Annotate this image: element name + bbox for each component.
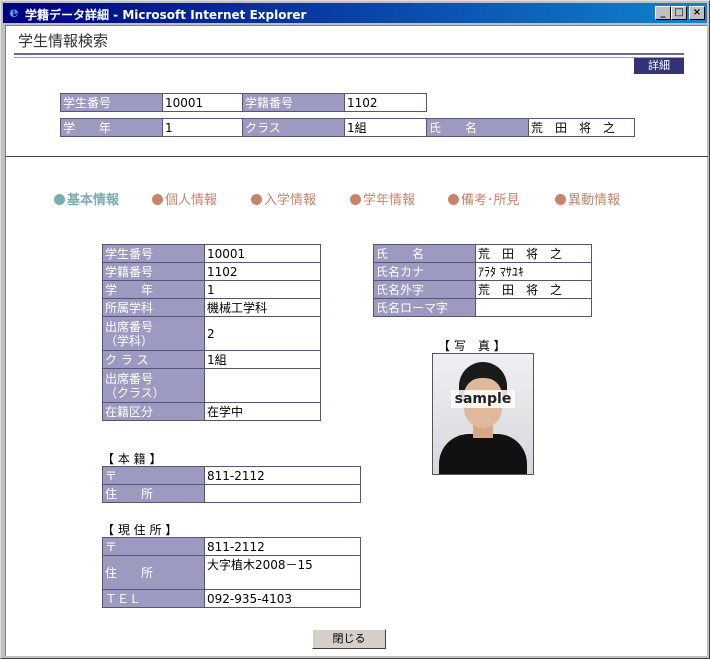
basic-label-class: ク ラ ス: [102, 350, 205, 369]
current-zip-label: 〒: [102, 537, 205, 556]
sample-watermark: sample: [454, 391, 512, 407]
current-addr: 大字植木2008－15: [204, 555, 361, 590]
tab-bullet-icon: [448, 194, 459, 205]
summary-name-label: 氏 名: [426, 118, 529, 137]
tab-transfer-info[interactable]: 異動情報: [555, 189, 620, 208]
tab-grade-info[interactable]: 学年情報: [350, 189, 415, 208]
name-gaiji-label: 氏名外字: [373, 280, 476, 299]
current-zip: 811-2112: [204, 537, 361, 556]
summary-student-no: 10001: [162, 93, 243, 112]
detail-button[interactable]: 詳細: [634, 58, 684, 74]
summary-class-label: クラス: [242, 118, 345, 137]
name-romaji-label: 氏名ローマ字: [373, 298, 476, 317]
honseki-zip-label: 〒: [102, 466, 205, 485]
summary-table-bottom: 学 年 1 クラス 1組 氏 名 荒 田 将 之: [60, 118, 635, 137]
basic-label-enrollment: 在籍区分: [102, 402, 205, 421]
summary-reg-no-label: 学籍番号: [242, 93, 345, 112]
honseki-zip: 811-2112: [204, 466, 361, 485]
basic-info-table: 学生番号 10001 学籍番号 1102 学 年1 所属学科 機械工学科 出席番号 （…: [102, 244, 321, 421]
title-divider: [14, 53, 684, 55]
window-title: 学籍データ詳細 - Microsoft Internet Explorer: [25, 8, 307, 22]
basic-label-department: 所属学科: [102, 298, 205, 317]
tab-personal-info[interactable]: 個人情報: [152, 189, 217, 208]
current-address-table: 〒 811-2112 住 所大字植木2008－15 ＴＥＬ 092-935-4103: [102, 537, 361, 608]
minimize-icon[interactable]: _: [655, 6, 671, 20]
basic-value-department: 機械工学科: [204, 298, 321, 317]
basic-label-student-no: 学生番号: [102, 244, 205, 263]
basic-value-attendance-class: [204, 368, 321, 403]
tab-bullet-icon: [152, 194, 163, 205]
name-info-table: 氏 名荒 田 将 之 氏名カナ ｱﾗﾀ ﾏｻﾕｷ 氏名外字荒 田 将 之 氏名ロー…: [373, 244, 592, 317]
name-kana-label: 氏名カナ: [373, 262, 476, 281]
info-tabs: 基本情報 個人情報 入学情報 学年情報 備考･所見 異動情報: [54, 189, 654, 209]
tab-bullet-icon: [251, 194, 262, 205]
honseki-addr: [204, 484, 361, 503]
basic-value-enrollment: 在学中: [204, 402, 321, 421]
summary-grade: 1: [162, 118, 243, 137]
tab-bullet-icon: [54, 194, 65, 205]
basic-value-class: 1組: [204, 350, 321, 369]
tab-basic-info[interactable]: 基本情報: [54, 189, 119, 208]
ie-icon: e: [9, 5, 19, 21]
browser-window: e 学籍データ詳細 - Microsoft Internet Explorer …: [0, 0, 710, 659]
current-address-heading: 【 現 住 所 】: [102, 523, 178, 537]
basic-label-attendance-dept: 出席番号 （学科）: [102, 316, 205, 351]
photo-heading: 【 写 真 】: [438, 339, 506, 353]
summary-reg-no: 1102: [344, 93, 427, 112]
basic-label-grade: 学 年: [102, 280, 205, 299]
honseki-addr-label: 住 所: [102, 484, 205, 503]
name-gaiji-value: 荒 田 将 之: [475, 280, 592, 299]
summary-class: 1組: [344, 118, 427, 137]
basic-value-grade: 1: [204, 280, 321, 299]
summary-grade-label: 学 年: [60, 118, 163, 137]
basic-value-reg-no: 1102: [204, 262, 321, 281]
close-button[interactable]: 閉じる: [312, 629, 386, 649]
current-tel-label: ＴＥＬ: [102, 589, 205, 608]
honseki-heading: 【 本 籍 】: [102, 452, 162, 466]
summary-student-no-label: 学生番号: [60, 93, 163, 112]
basic-value-attendance-dept: 2: [204, 316, 321, 351]
name-kana-value: ｱﾗﾀ ﾏｻﾕｷ: [475, 262, 592, 281]
tab-admission-info[interactable]: 入学情報: [251, 189, 316, 208]
summary-table-top: 学生番号 10001 学籍番号 1102: [60, 93, 427, 112]
basic-label-reg-no: 学籍番号: [102, 262, 205, 281]
tab-remarks[interactable]: 備考･所見: [448, 189, 520, 208]
page-title: 学生情報検索: [18, 32, 109, 50]
name-romaji-value: [475, 298, 592, 317]
section-divider: [6, 156, 708, 157]
summary-name: 荒 田 将 之: [528, 118, 635, 137]
honseki-table: 〒 811-2112 住 所: [102, 466, 361, 503]
title-bar[interactable]: e 学籍データ詳細 - Microsoft Internet Explorer …: [3, 3, 707, 23]
current-addr-label: 住 所: [102, 555, 205, 590]
student-photo: sample: [432, 353, 534, 475]
maximize-icon[interactable]: □: [671, 6, 687, 20]
close-icon[interactable]: ×: [689, 6, 705, 20]
name-label: 氏 名: [373, 244, 476, 263]
name-value: 荒 田 将 之: [475, 244, 592, 263]
page-content: 学生情報検索 詳細 学生番号 10001 学籍番号 1102 学 年 1 クラス…: [5, 25, 708, 656]
basic-label-attendance-class: 出席番号 （クラス）: [102, 368, 205, 403]
current-tel: 092-935-4103: [204, 589, 361, 608]
tab-bullet-icon: [555, 194, 566, 205]
basic-value-student-no: 10001: [204, 244, 321, 263]
title-divider-thin: [14, 57, 684, 58]
tab-bullet-icon: [350, 194, 361, 205]
